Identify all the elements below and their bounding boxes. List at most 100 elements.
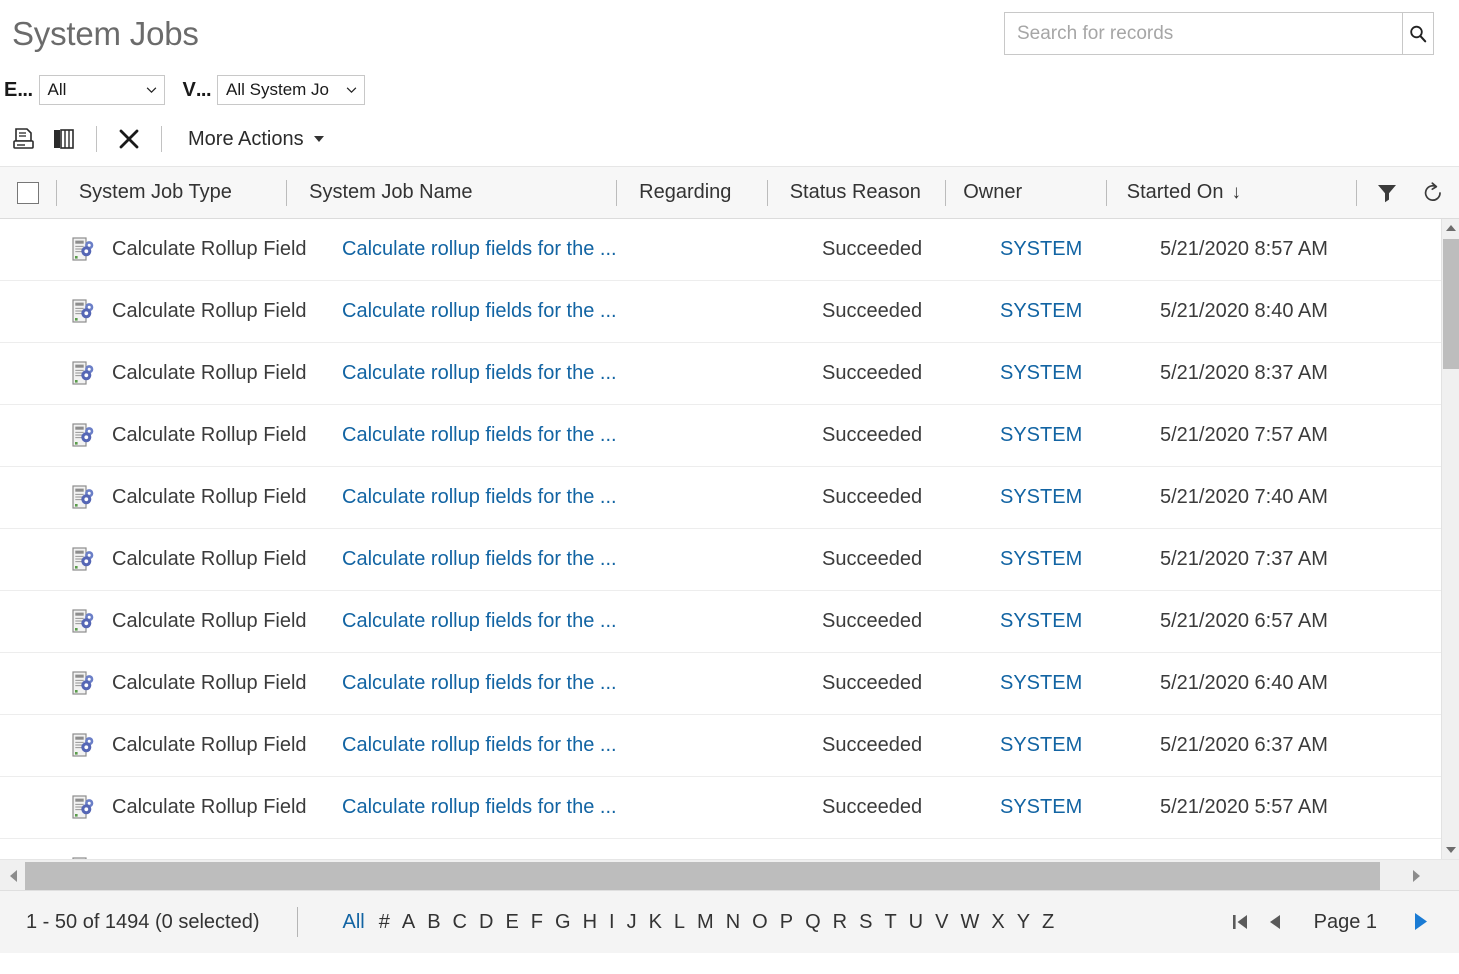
alpha-index-letter[interactable]: N: [720, 911, 746, 934]
alpha-index-letter[interactable]: X: [985, 911, 1010, 934]
alpha-index-letter[interactable]: I: [603, 911, 621, 934]
scroll-left-button[interactable]: [2, 860, 24, 892]
next-page-button[interactable]: [1407, 907, 1433, 937]
table-row[interactable]: Calculate Rollup FieldCalculate rollup f…: [0, 715, 1442, 777]
cell-owner[interactable]: SYSTEM: [1000, 219, 1160, 281]
cell-system-job-name[interactable]: Calculate rollup fields for the ...: [342, 343, 672, 405]
alpha-index-letter[interactable]: K: [643, 911, 668, 934]
cell-system-job-name[interactable]: Calculate rollup fields for the ...: [342, 529, 672, 591]
alpha-index-letter[interactable]: O: [746, 911, 774, 934]
cell-owner[interactable]: SYSTEM: [1000, 343, 1160, 405]
cell-system-job-name[interactable]: Calculate rollup fields for the ...: [342, 591, 672, 653]
alpha-index-letter[interactable]: V: [929, 911, 954, 934]
filter-button[interactable]: [1371, 177, 1403, 209]
column-header-system-job-name[interactable]: System Job Name: [287, 167, 616, 219]
alpha-index-letter[interactable]: R: [827, 911, 853, 934]
column-header-owner[interactable]: Owner: [946, 167, 1106, 219]
row-select-cell[interactable]: [0, 405, 56, 467]
cancel-button[interactable]: [109, 119, 149, 159]
column-header-status-reason[interactable]: Status Reason: [768, 167, 946, 219]
table-row[interactable]: Calculate Rollup FieldCalculate rollup f…: [0, 343, 1442, 405]
cell-system-job-name[interactable]: Calculate rollup fields for the ...: [342, 653, 672, 715]
cell-owner[interactable]: SYSTEM: [1000, 653, 1160, 715]
cell-owner[interactable]: SYSTEM: [1000, 467, 1160, 529]
alpha-index-letter[interactable]: Y: [1011, 911, 1036, 934]
row-select-cell[interactable]: [0, 219, 56, 281]
first-page-button[interactable]: [1228, 907, 1254, 937]
select-all-checkbox[interactable]: [17, 182, 39, 204]
column-header-started-on[interactable]: Started On ↓: [1107, 167, 1356, 219]
cell-owner[interactable]: SYSTEM: [1000, 777, 1160, 839]
alpha-index-letter[interactable]: H: [577, 911, 603, 934]
alpha-index-letter[interactable]: Z: [1036, 911, 1060, 934]
table-row[interactable]: Calculate Rollup FieldCalculate rollup f…: [0, 219, 1442, 281]
alpha-index-letter[interactable]: C: [447, 911, 473, 934]
scroll-up-button[interactable]: [1442, 219, 1459, 237]
cell-system-job-name[interactable]: Calculate rollup fields for the ...: [342, 839, 672, 860]
table-row[interactable]: Calculate Rollup FieldCalculate rollup f…: [0, 591, 1442, 653]
row-select-cell[interactable]: [0, 281, 56, 343]
alpha-index-letter[interactable]: T: [878, 911, 902, 934]
alpha-index-letter[interactable]: S: [853, 911, 878, 934]
row-select-cell[interactable]: [0, 591, 56, 653]
cell-system-job-name[interactable]: Calculate rollup fields for the ...: [342, 281, 672, 343]
view-filter-select[interactable]: All System Jo: [217, 75, 365, 105]
alpha-index-letter[interactable]: J: [621, 911, 643, 934]
row-select-cell[interactable]: [0, 653, 56, 715]
export-to-excel-button[interactable]: [44, 119, 84, 159]
table-row[interactable]: Calculate Rollup FieldCalculate rollup f…: [0, 777, 1442, 839]
cell-owner[interactable]: SYSTEM: [1000, 715, 1160, 777]
cell-system-job-name[interactable]: Calculate rollup fields for the ...: [342, 219, 672, 281]
alpha-index-letter[interactable]: D: [473, 911, 499, 934]
table-row[interactable]: Calculate Rollup FieldCalculate rollup f…: [0, 529, 1442, 591]
scroll-right-button[interactable]: [1405, 860, 1427, 892]
vertical-scrollbar-thumb[interactable]: [1443, 239, 1459, 369]
alpha-index-letter[interactable]: B: [421, 911, 446, 934]
alpha-index-letter[interactable]: Q: [799, 911, 827, 934]
cell-owner[interactable]: SYSTEM: [1000, 591, 1160, 653]
row-select-cell[interactable]: [0, 715, 56, 777]
alpha-index-letter[interactable]: W: [954, 911, 985, 934]
column-header-regarding[interactable]: Regarding: [617, 167, 767, 219]
row-select-cell[interactable]: [0, 467, 56, 529]
table-row[interactable]: Calculate Rollup FieldCalculate rollup f…: [0, 281, 1442, 343]
alpha-index-letter[interactable]: #: [373, 911, 396, 934]
table-row[interactable]: Calculate Rollup FieldCalculate rollup f…: [0, 405, 1442, 467]
table-row[interactable]: Calculate Rollup FieldCalculate rollup f…: [0, 653, 1442, 715]
search-input[interactable]: [1004, 12, 1402, 55]
cell-system-job-name[interactable]: Calculate rollup fields for the ...: [342, 405, 672, 467]
column-header-system-job-type[interactable]: System Job Type: [57, 167, 286, 219]
alpha-index-letter[interactable]: M: [691, 911, 720, 934]
row-select-cell[interactable]: [0, 839, 56, 860]
scroll-down-button[interactable]: [1442, 841, 1459, 859]
alpha-index-letter[interactable]: E: [499, 911, 524, 934]
refresh-button[interactable]: [1417, 177, 1449, 209]
horizontal-scrollbar-thumb[interactable]: [25, 862, 1380, 890]
row-select-cell[interactable]: [0, 777, 56, 839]
cell-owner[interactable]: SYSTEM: [1000, 405, 1160, 467]
previous-page-button[interactable]: [1262, 907, 1288, 937]
cell-owner[interactable]: SYSTEM: [1000, 281, 1160, 343]
alpha-index-letter[interactable]: A: [396, 911, 421, 934]
alpha-index-letter[interactable]: L: [668, 911, 691, 934]
row-select-cell[interactable]: [0, 343, 56, 405]
cell-owner[interactable]: SYSTEM: [1000, 839, 1160, 860]
row-select-cell[interactable]: [0, 529, 56, 591]
entity-filter-select[interactable]: All: [39, 75, 165, 105]
alpha-index-letter[interactable]: G: [549, 911, 577, 934]
cell-owner[interactable]: SYSTEM: [1000, 529, 1160, 591]
horizontal-scrollbar[interactable]: [0, 859, 1459, 891]
alpha-index-letter[interactable]: U: [903, 911, 929, 934]
search-button[interactable]: [1402, 12, 1434, 55]
run-report-button[interactable]: [4, 119, 44, 159]
alpha-index-all[interactable]: All: [336, 911, 372, 934]
cell-system-job-name[interactable]: Calculate rollup fields for the ...: [342, 777, 672, 839]
alpha-index-letter[interactable]: F: [525, 911, 549, 934]
cell-system-job-name[interactable]: Calculate rollup fields for the ...: [342, 467, 672, 529]
alpha-index-letter[interactable]: P: [774, 911, 799, 934]
vertical-scrollbar[interactable]: [1441, 219, 1459, 859]
table-row[interactable]: Calculate Rollup FieldCalculate rollup f…: [0, 839, 1442, 859]
cell-system-job-name[interactable]: Calculate rollup fields for the ...: [342, 715, 672, 777]
more-actions-button[interactable]: More Actions: [188, 128, 324, 151]
table-row[interactable]: Calculate Rollup FieldCalculate rollup f…: [0, 467, 1442, 529]
